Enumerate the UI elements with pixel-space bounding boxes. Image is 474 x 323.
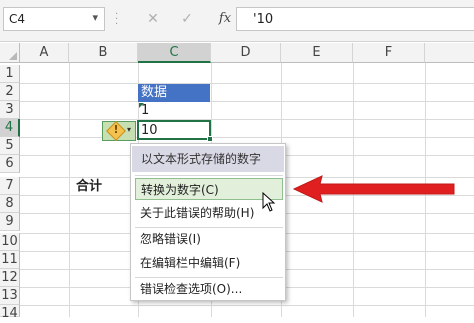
- column-header-g[interactable]: [425, 43, 474, 63]
- gridline: [20, 83, 474, 84]
- error-indicator-triangle: [139, 103, 144, 108]
- column-header-a[interactable]: A: [20, 43, 69, 63]
- mouse-pointer-icon: [262, 192, 276, 212]
- gridline: [20, 101, 474, 102]
- cell-c4-active[interactable]: 10: [137, 120, 211, 140]
- menu-item-help-on-error[interactable]: 关于此错误的帮助(H): [135, 202, 283, 224]
- formula-bar-resize-handle[interactable]: · · ·: [115, 10, 121, 30]
- menu-item-edit-in-formula-bar[interactable]: 在编辑栏中编辑(F): [135, 252, 283, 274]
- cell-c2[interactable]: 数据: [138, 84, 210, 102]
- menu-item-convert-to-number[interactable]: 转换为数字(C): [135, 178, 283, 200]
- select-all-button[interactable]: [0, 43, 20, 63]
- gridline: [20, 119, 474, 120]
- error-checking-button[interactable]: ! ▾: [102, 121, 136, 141]
- row-header-7[interactable]: 7: [0, 177, 20, 195]
- error-options-menu: 以文本形式存储的数字 转换为数字(C) 关于此错误的帮助(H) 忽略错误(I) …: [130, 143, 286, 301]
- column-header-c[interactable]: C: [138, 43, 211, 63]
- row-header-6[interactable]: 6: [0, 155, 20, 173]
- formula-input[interactable]: '10: [236, 7, 474, 31]
- row-header-5[interactable]: 5: [0, 137, 20, 155]
- column-header-d[interactable]: D: [211, 43, 281, 63]
- row-header-2[interactable]: 2: [0, 83, 20, 101]
- insert-function-button[interactable]: fx: [214, 9, 236, 29]
- row-header-1[interactable]: 1: [0, 65, 20, 83]
- menu-item-ignore-error[interactable]: 忽略错误(I): [135, 228, 283, 250]
- chevron-down-icon[interactable]: ▾: [92, 11, 98, 24]
- confirm-icon[interactable]: ✓: [176, 9, 198, 29]
- row-header-3[interactable]: 3: [0, 101, 20, 119]
- row-header-12[interactable]: 12: [0, 269, 20, 287]
- cell-c4-value: 10: [141, 123, 158, 138]
- gridline: [20, 137, 474, 138]
- column-header-f[interactable]: F: [353, 43, 425, 63]
- chevron-down-icon: ▾: [127, 125, 132, 134]
- column-header-b[interactable]: B: [69, 43, 138, 63]
- row-header-11[interactable]: 11: [0, 251, 20, 269]
- exclamation-icon: !: [113, 123, 119, 136]
- row-header-8[interactable]: 8: [0, 195, 20, 213]
- name-box-value: C4: [9, 12, 26, 26]
- row-header-10[interactable]: 10: [0, 233, 20, 251]
- cancel-icon[interactable]: ✕: [142, 9, 164, 29]
- cell-b7[interactable]: 合计: [76, 178, 102, 196]
- row-header-14[interactable]: 14: [0, 305, 20, 321]
- row-header-13[interactable]: 13: [0, 287, 20, 305]
- fill-handle[interactable]: [207, 136, 213, 142]
- menu-item-error-checking-options[interactable]: 错误检查选项(O)...: [135, 278, 283, 300]
- gridline: [20, 305, 474, 306]
- name-box[interactable]: C4 ▾: [3, 7, 105, 31]
- column-header-e[interactable]: E: [281, 43, 353, 63]
- red-arrow-annotation: [292, 175, 455, 203]
- row-header-4[interactable]: 4: [0, 119, 20, 137]
- row-header-9[interactable]: 9: [0, 213, 20, 231]
- menu-title: 以文本形式存储的数字: [132, 146, 284, 172]
- formula-value: '10: [253, 12, 274, 27]
- menu-separator: [135, 175, 283, 176]
